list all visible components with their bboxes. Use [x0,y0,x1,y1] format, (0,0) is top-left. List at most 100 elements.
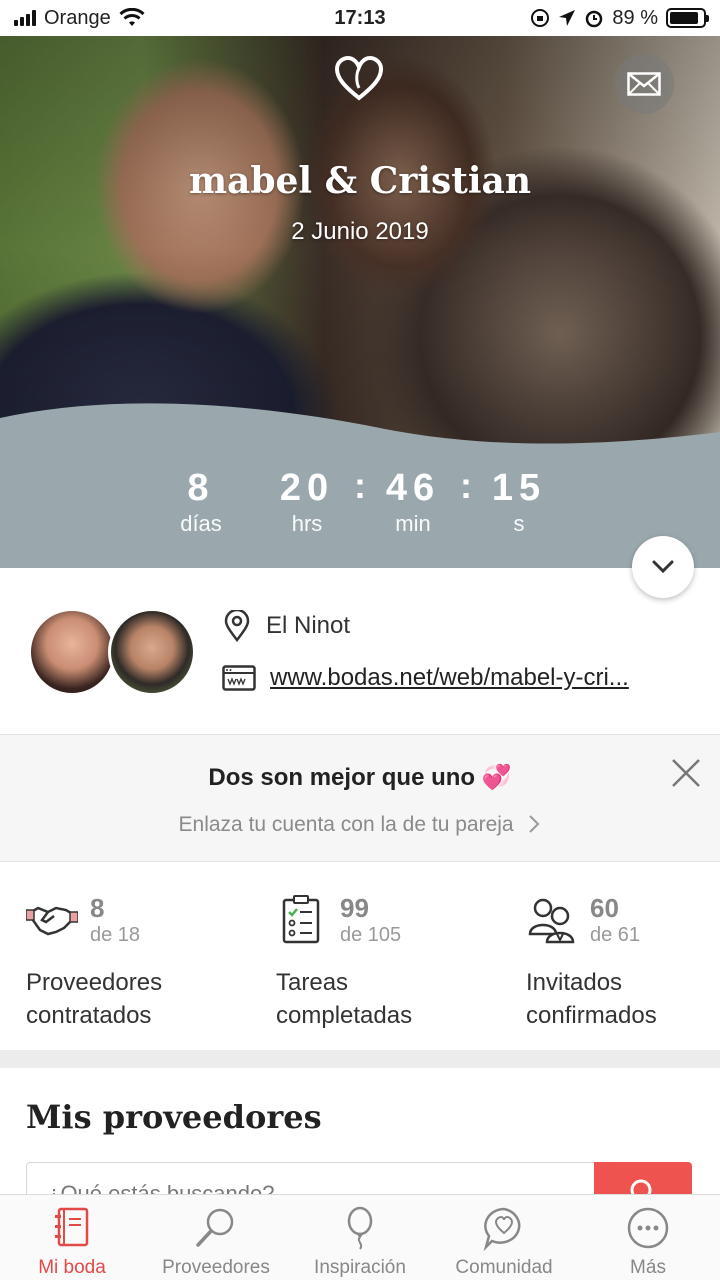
more-icon [627,1207,669,1249]
stat-head: 60 de 61 [526,894,720,954]
hero-cover-photo: mabel & Cristian 2 Junio 2019 8 días 20 … [0,36,720,568]
stat-tasks[interactable]: 99 de 105 Tareas completadas [276,894,496,1032]
web-browser-icon [222,665,256,691]
tab-comunidad[interactable]: Comunidad [432,1195,576,1280]
avatar-groom[interactable] [108,608,196,696]
stat-head: 99 de 105 [276,894,496,954]
stat-total: de 105 [340,924,402,946]
stat-label-line: contratados [26,1002,152,1029]
tab-label: Mi boda [38,1257,106,1278]
link-partner-link[interactable]: Enlaza tu cuenta con la de tu pareja [0,813,720,837]
tab-label: Comunidad [455,1257,553,1278]
countdown-days: 8 días [161,466,241,538]
countdown-spacer [241,466,267,538]
stat-label-line: completadas [276,1002,413,1029]
checklist-icon [282,895,320,944]
countdown-minutes-label: min [395,511,431,536]
stat-head: 8 de 18 [26,894,246,954]
stat-label: Proveedores contratados [26,966,246,1032]
carrier-name: Orange [44,6,111,29]
wedding-stats: 8 de 18 Proveedores contratados 99 de 10… [0,862,720,1050]
hearts-emoji: 💞 [481,764,512,791]
promo-title: Dos son mejor que uno 💞 [0,763,720,792]
wedding-date: 2 Junio 2019 [291,218,429,245]
heart-logo-icon [334,56,384,101]
tab-label: Inspiración [314,1257,406,1278]
stat-total: de 18 [90,924,141,946]
wedding-countdown: 8 días 20 hrs : 46 min : 15 s [0,466,720,538]
providers-title: Mis proveedores [26,1098,322,1136]
handshake-icon [26,906,78,936]
balloon-icon [347,1206,373,1250]
signal-icon [14,10,36,26]
tab-mas[interactable]: Más [576,1195,720,1280]
couple-profile: El Ninot www.bodas.net/web/mabel-y-cri..… [0,568,720,734]
alarm-icon [586,10,603,28]
countdown-days-value: 8 [187,467,215,509]
countdown-seconds: 15 s [479,466,559,538]
expand-button[interactable] [632,536,694,598]
providers-search-button[interactable] [594,1162,692,1198]
tab-label: Proveedores [162,1257,270,1278]
status-left: Orange [14,7,145,30]
location-pin-icon [224,610,250,642]
tab-mi-boda[interactable]: Mi boda [0,1195,144,1280]
stat-label-line: Proveedores [26,969,163,996]
countdown-hours-value: 20 [279,467,335,509]
stat-guests[interactable]: 60 de 61 Invitados confirmados [526,894,720,1032]
website-link[interactable]: www.bodas.net/web/mabel-y-cri... [270,664,629,692]
battery-percent: 89 % [612,6,658,29]
location-icon [559,10,576,26]
countdown-hours: 20 hrs [267,466,347,538]
venue-name: El Ninot [266,612,351,639]
status-right: 89 % [530,6,709,30]
providers-search-input[interactable]: ¿Qué estás buscando? [26,1162,594,1198]
notebook-icon [55,1207,89,1247]
stat-value: 8 [90,893,105,923]
countdown-minutes: 46 min [373,466,453,538]
promo-title-text: Dos son mejor que uno [208,764,476,791]
chevron-right-icon [529,815,540,833]
status-bar: Orange 17:13 89 % [0,0,720,36]
stat-label-line: Invitados [526,969,623,996]
stat-label-line: confirmados [526,1002,657,1029]
stat-value: 60 [590,893,619,923]
section-divider [0,1050,720,1068]
countdown-seconds-value: 15 [491,467,547,509]
countdown-hours-label: hrs [291,511,323,536]
battery-fill [670,12,699,24]
countdown-separator: : [354,465,366,506]
stat-value: 99 [340,893,369,923]
stat-values: 8 de 18 [90,894,140,948]
couple-names: mabel & Cristian [188,160,532,202]
tab-inspiracion[interactable]: Inspiración [288,1195,432,1280]
avatar-bride[interactable] [28,608,116,696]
countdown-minutes-value: 46 [385,467,441,509]
bottom-tab-bar: Mi boda Proveedores Inspiración Comunida… [0,1194,720,1280]
promo-link-text: Enlaza tu cuenta con la de tu pareja [178,813,514,836]
messages-button[interactable] [614,54,674,114]
stat-label: Invitados confirmados [526,966,720,1032]
countdown-separator: : [460,465,472,506]
providers-section: Mis proveedores ¿Qué estás buscando? [0,1068,720,1198]
tab-proveedores[interactable]: Proveedores [144,1195,288,1280]
rotation-lock-icon [531,9,550,27]
stat-values: 99 de 105 [340,894,401,948]
close-icon[interactable] [670,757,702,789]
battery-icon [666,8,709,28]
search-icon [196,1208,234,1247]
countdown-seconds-label: s [513,511,525,536]
stat-label: Tareas completadas [276,966,496,1032]
guests-icon [528,898,575,944]
tab-label: Más [630,1257,666,1278]
chevron-down-icon [652,560,674,574]
stat-values: 60 de 61 [590,894,640,948]
venue-row[interactable]: El Ninot [222,610,350,642]
stat-label-line: Tareas [276,969,349,996]
wifi-icon [119,8,145,26]
chat-heart-icon [483,1207,521,1251]
stat-vendors[interactable]: 8 de 18 Proveedores contratados [26,894,246,1032]
link-partner-banner: Dos son mejor que uno 💞 Enlaza tu cuenta… [0,734,720,862]
website-row[interactable]: www.bodas.net/web/mabel-y-cri... [222,664,629,692]
stat-total: de 61 [590,924,641,946]
